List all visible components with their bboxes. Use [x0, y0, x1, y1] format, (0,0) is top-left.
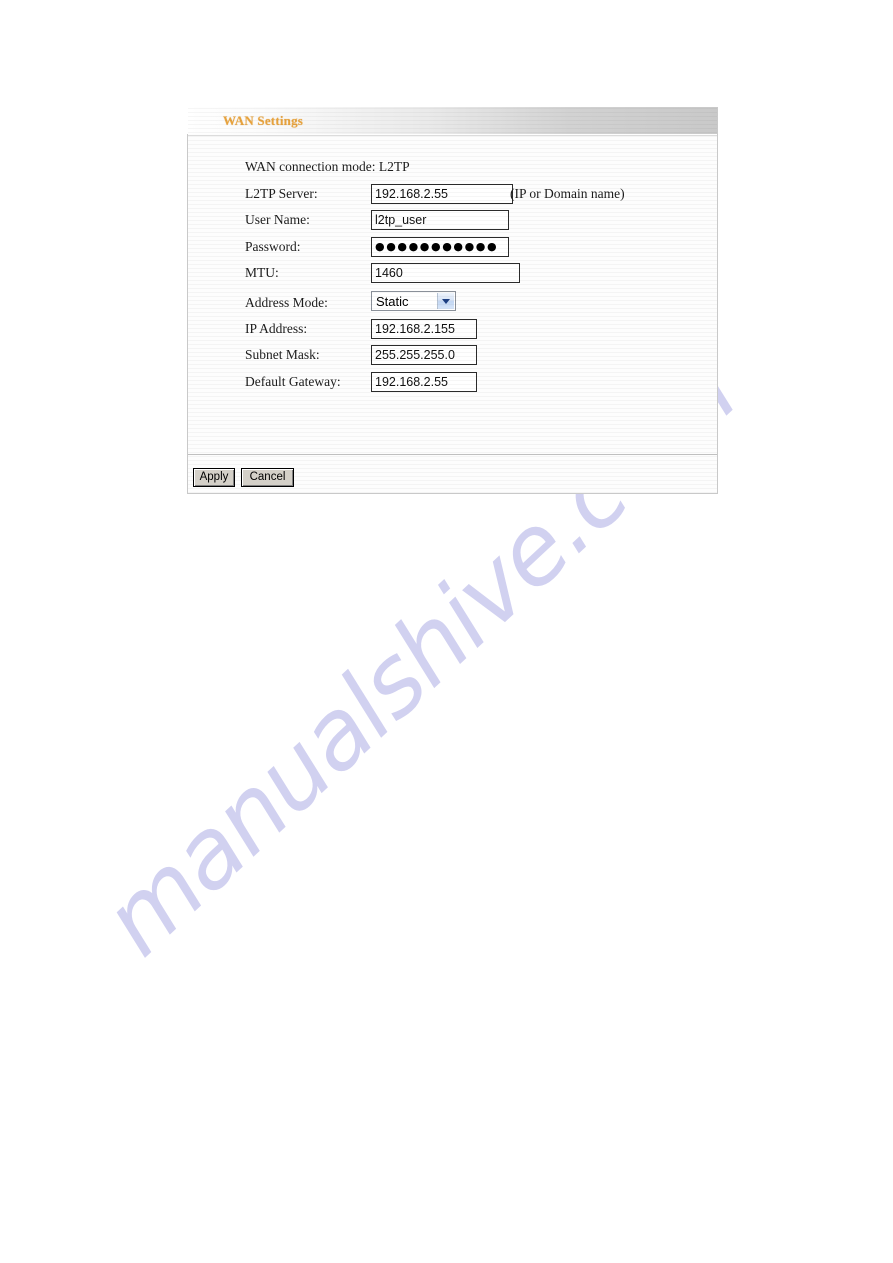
- page-title: WAN Settings: [223, 113, 304, 128]
- wan-settings-form: WAN connection mode: L2TP L2TP Server: 1…: [188, 157, 717, 398]
- wan-settings-panel: WAN Settings WAN connection mode: L2TP L…: [187, 107, 718, 494]
- dropdown-button[interactable]: [437, 292, 454, 309]
- wan-connection-mode-text: WAN connection mode: L2TP: [245, 159, 410, 174]
- subnet-mask-input[interactable]: 255.255.255.0: [371, 345, 477, 365]
- subnet-mask-label: Subnet Mask:: [245, 347, 320, 362]
- mtu-label: MTU:: [245, 265, 279, 280]
- address-mode-select[interactable]: Static: [371, 290, 456, 311]
- chevron-down-icon: [442, 298, 450, 304]
- user-name-input[interactable]: l2tp_user: [371, 210, 509, 230]
- address-mode-selected-value: Static: [376, 293, 409, 309]
- panel-header: WAN Settings: [187, 107, 718, 134]
- ip-address-field-wrap: 192.168.2.155: [371, 318, 477, 339]
- panel-body: WAN connection mode: L2TP L2TP Server: 1…: [188, 135, 717, 467]
- mtu-row: MTU: 1460: [188, 263, 717, 290]
- address-mode-row: Address Mode: Static: [188, 290, 717, 319]
- l2tp-server-hint: (IP or Domain name): [510, 185, 625, 201]
- subnet-mask-field-wrap: 255.255.255.0: [371, 345, 477, 365]
- password-label: Password:: [245, 238, 301, 254]
- subnet-mask-row: Subnet Mask: 255.255.255.0: [188, 345, 717, 372]
- user-name-field-wrap: l2tp_user: [371, 210, 509, 230]
- cancel-button[interactable]: Cancel: [241, 468, 294, 487]
- user-name-row: User Name: l2tp_user: [188, 210, 717, 237]
- apply-button[interactable]: Apply: [193, 468, 235, 487]
- l2tp-server-input[interactable]: 192.168.2.55: [371, 183, 513, 204]
- default-gateway-row: Default Gateway: 192.168.2.55: [188, 371, 717, 399]
- ip-address-input[interactable]: 192.168.2.155: [371, 318, 477, 339]
- default-gateway-input[interactable]: 192.168.2.55: [371, 371, 477, 392]
- l2tp-server-label: L2TP Server:: [245, 185, 318, 201]
- mtu-field-wrap: 1460: [371, 263, 520, 283]
- default-gateway-field-wrap: 192.168.2.55: [371, 371, 477, 392]
- l2tp-server-field-wrap: 192.168.2.55: [371, 183, 513, 204]
- password-row: Password: ●●●●●●●●●●●: [188, 236, 717, 264]
- ip-address-row: IP Address: 192.168.2.155: [188, 318, 717, 346]
- action-bar: Apply Cancel: [188, 455, 717, 493]
- l2tp-server-row: L2TP Server: 192.168.2.55 (IP or Domain …: [188, 183, 717, 211]
- ip-address-label: IP Address:: [245, 320, 308, 336]
- default-gateway-label: Default Gateway:: [245, 373, 341, 389]
- wan-connection-mode-row: WAN connection mode: L2TP: [188, 157, 717, 184]
- user-name-label: User Name:: [245, 212, 310, 227]
- address-mode-label: Address Mode:: [245, 294, 328, 310]
- mtu-input[interactable]: 1460: [371, 263, 520, 283]
- password-field-wrap: ●●●●●●●●●●●: [371, 236, 509, 257]
- address-mode-field-wrap: Static: [371, 290, 456, 311]
- password-input[interactable]: ●●●●●●●●●●●: [371, 236, 509, 257]
